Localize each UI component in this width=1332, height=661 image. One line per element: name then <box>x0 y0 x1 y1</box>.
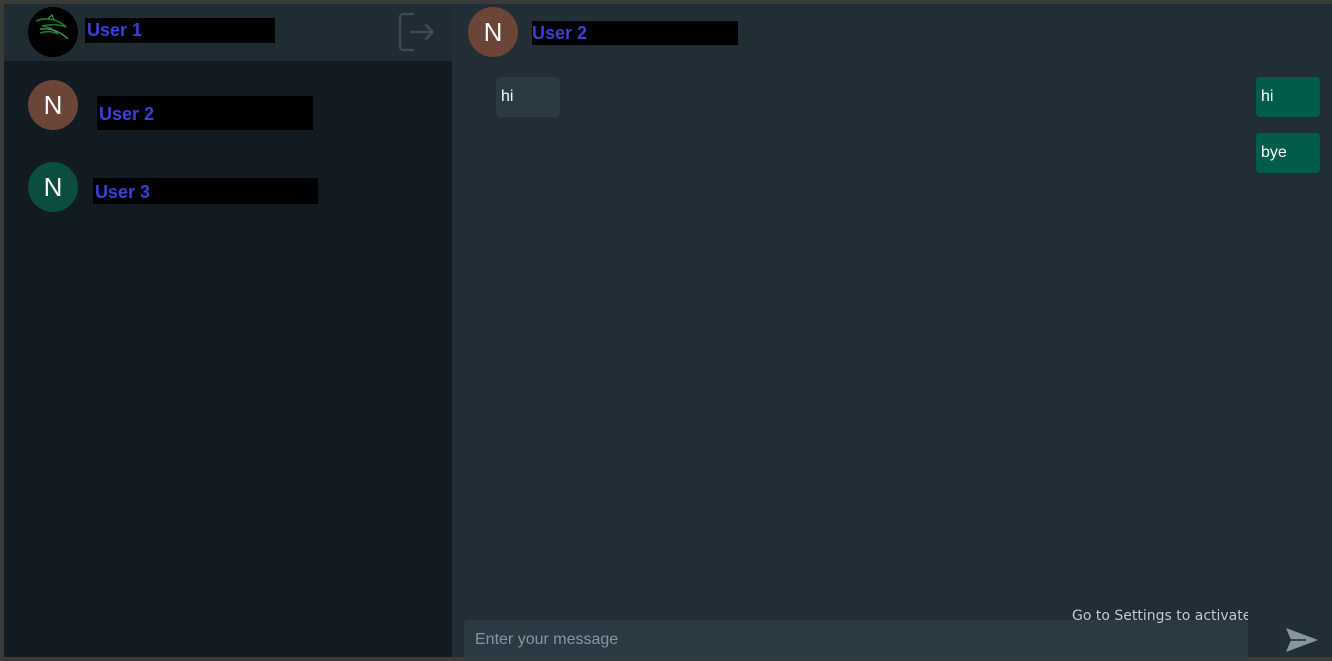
activation-watermark: Go to Settings to activate Windows. <box>1072 608 1248 624</box>
message-input[interactable] <box>464 620 1248 660</box>
sidebar: User 1 N User 2 N User 3 <box>4 4 452 657</box>
avatar: N <box>28 162 78 212</box>
sidebar-header: User 1 <box>4 4 452 61</box>
contact-item[interactable]: N User 3 <box>4 152 452 222</box>
contact-name: User 3 <box>93 178 318 204</box>
message-outgoing: hi <box>1256 77 1320 117</box>
avatar: N <box>28 80 78 130</box>
contact-name: User 2 <box>97 96 313 130</box>
chat-header: N User 2 <box>452 4 1332 61</box>
send-button[interactable] <box>1284 624 1320 656</box>
my-name: User 1 <box>85 18 275 43</box>
chat-contact-name: User 2 <box>532 21 738 45</box>
logout-button[interactable] <box>396 10 438 54</box>
message-incoming: hi <box>496 77 560 117</box>
my-avatar[interactable] <box>28 7 78 57</box>
dragon-logo-icon <box>28 7 78 57</box>
contact-item[interactable]: N User 2 <box>4 70 452 140</box>
send-arrow-icon <box>1286 628 1318 652</box>
message-outgoing: bye <box>1256 133 1320 173</box>
chat-app: User 1 N User 2 N User 3 N User 2 hi hi … <box>4 4 1332 660</box>
contact-list: N User 2 N User 3 <box>4 61 452 657</box>
chat-pane: N User 2 hi hi bye Go to Settings to act… <box>452 4 1332 660</box>
avatar[interactable]: N <box>468 7 518 57</box>
logout-icon <box>398 12 435 52</box>
